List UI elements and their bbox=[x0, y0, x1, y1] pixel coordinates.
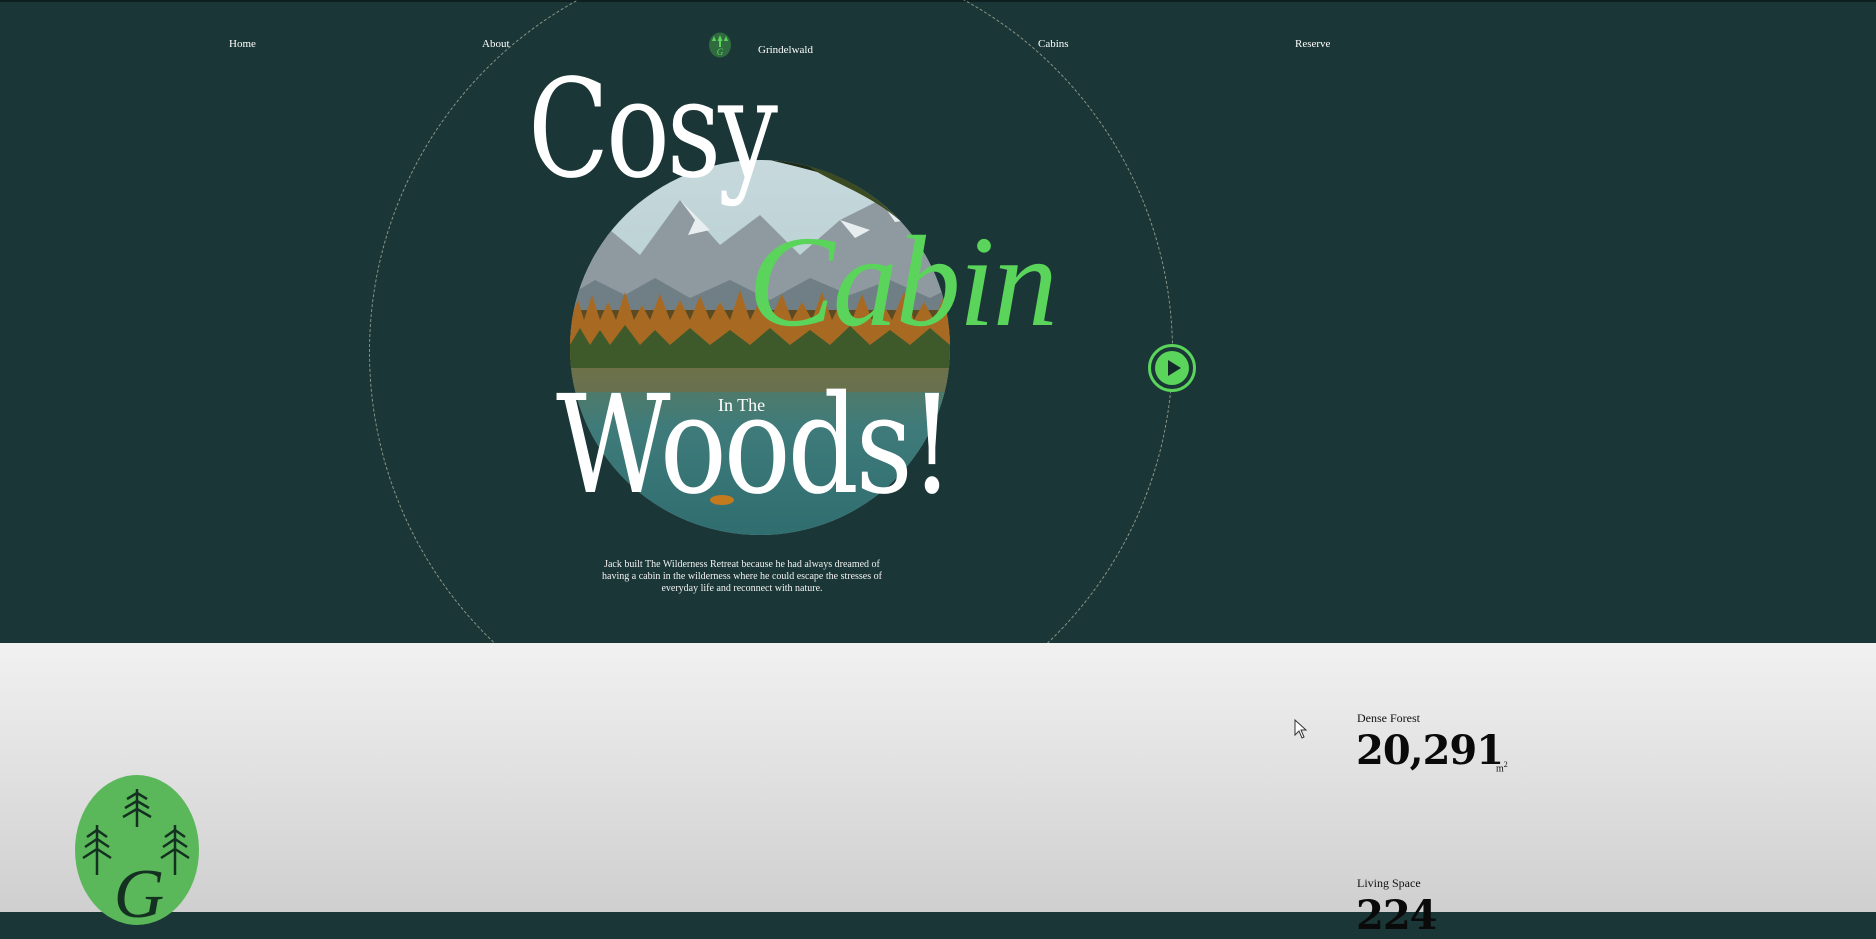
stat-unit-dense-forest: m2 bbox=[1496, 760, 1508, 775]
hero-section: Home About G Grindelwald Cabins Reserve bbox=[0, 0, 1876, 643]
nav-about-link[interactable]: About bbox=[482, 38, 510, 50]
hero-title-cabin: Cabin bbox=[748, 210, 1058, 354]
stat-label-dense-forest: Dense Forest bbox=[1357, 711, 1420, 725]
stat-value-living-space: 224 bbox=[1356, 892, 1437, 939]
nav-reserve-link[interactable]: Reserve bbox=[1295, 38, 1330, 50]
stat-label-living-space: Living Space bbox=[1357, 876, 1421, 890]
play-icon bbox=[1155, 351, 1189, 385]
stats-section: G Dense Forest 20,291 m2 Living Space 22… bbox=[0, 643, 1876, 939]
stat-value-dense-forest: 20,291 bbox=[1356, 727, 1504, 774]
nav-cabins-link[interactable]: Cabins bbox=[1038, 38, 1069, 50]
hero-description: Jack built The Wilderness Retreat becaus… bbox=[602, 559, 882, 594]
nav-home-link[interactable]: Home bbox=[229, 38, 256, 50]
svg-text:G: G bbox=[114, 856, 165, 925]
mouse-cursor-icon bbox=[1294, 719, 1308, 739]
hero-title-in-the: In The bbox=[718, 395, 766, 415]
play-video-button[interactable] bbox=[1148, 344, 1196, 392]
forest-g-logo-icon: G bbox=[75, 775, 199, 925]
hero-title-cosy: Cosy bbox=[528, 51, 778, 209]
